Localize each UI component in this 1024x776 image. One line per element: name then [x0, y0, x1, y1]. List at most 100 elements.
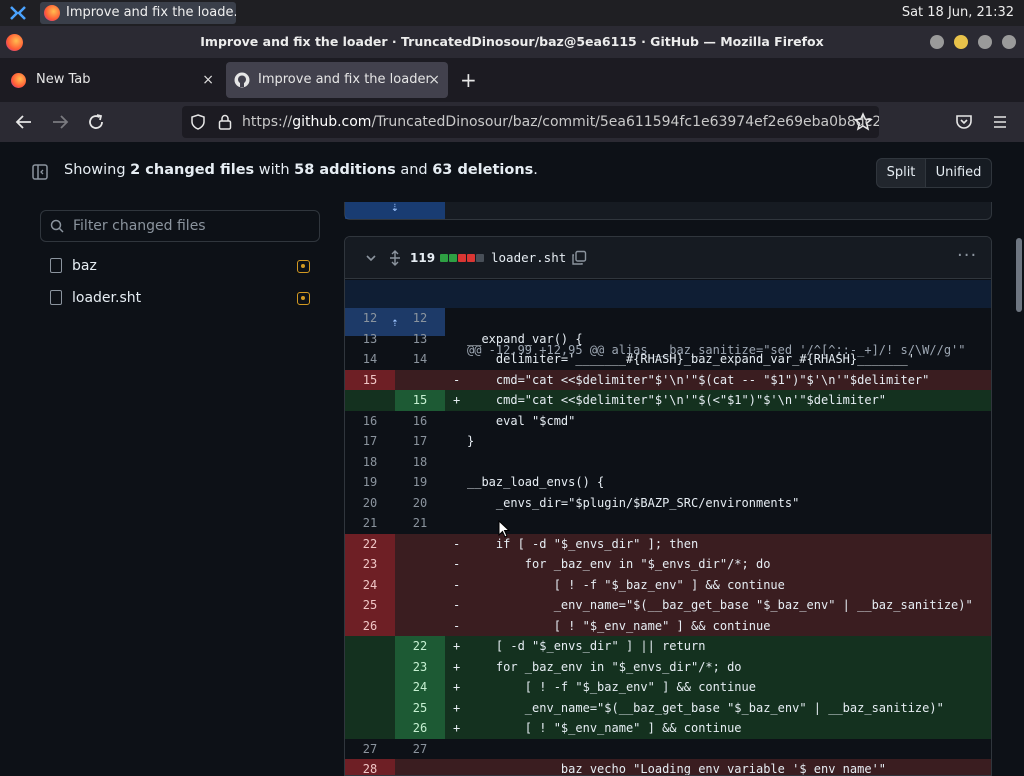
diff-sign: -: [453, 598, 461, 612]
line-number-old[interactable]: 23: [345, 554, 395, 575]
code-text: _envs_dir="$plugin/$BAZP_SRC/environment…: [467, 495, 800, 510]
navigation-bar: https://github.com/TruncatedDinosour/baz…: [0, 102, 1024, 142]
file-name: loader.sht: [72, 290, 142, 306]
url-host: github.com: [292, 114, 372, 130]
lock-icon[interactable]: [218, 114, 232, 130]
line-number-new[interactable]: 23: [395, 656, 445, 677]
copy-icon[interactable]: [571, 250, 587, 266]
diff-sign: -: [453, 618, 461, 633]
bookmark-star-icon[interactable]: [851, 110, 875, 134]
summary-text: and: [400, 162, 428, 178]
close-tab-icon[interactable]: ×: [202, 62, 214, 98]
filter-placeholder: Filter changed files: [73, 218, 206, 234]
line-number-new[interactable]: 20: [395, 493, 445, 514]
file-modified-icon: [297, 292, 310, 305]
line-number-old[interactable]: 15: [345, 369, 395, 390]
summary-text: .: [533, 162, 538, 178]
address-bar[interactable]: https://github.com/TruncatedDinosour/baz…: [182, 106, 879, 138]
pocket-icon[interactable]: [952, 110, 976, 134]
line-number-old[interactable]: 21: [345, 513, 395, 534]
window-maximize-button[interactable]: [978, 35, 992, 49]
line-number-old[interactable]: 26: [345, 615, 395, 636]
url-path: /TruncatedDinosour/baz/commit/5ea611594f…: [371, 114, 879, 130]
additions-count: 58 additions: [294, 162, 396, 178]
close-tab-icon[interactable]: ×: [428, 62, 440, 98]
line-number-old[interactable]: 12: [345, 308, 395, 329]
diff-line: 23 - for _baz_env in "$_envs_dir"/*; do: [345, 554, 991, 575]
split-view-button[interactable]: Split: [876, 158, 926, 188]
diffstat-del-square: [467, 254, 475, 262]
line-number-old[interactable]: 24: [345, 574, 395, 595]
diff-line: 26 - [ ! "$_env_name" ] && continue: [345, 615, 991, 636]
line-number-new[interactable]: 21: [395, 513, 445, 534]
line-number-old[interactable]: 14: [345, 349, 395, 370]
page-scrollbar[interactable]: [1016, 238, 1022, 312]
diff-change-count: 119: [410, 251, 436, 265]
line-number-new[interactable]: 16: [395, 411, 445, 432]
code-text: [ -d "$_envs_dir" ] || return: [467, 639, 706, 653]
forward-arrow-icon[interactable]: [48, 110, 72, 134]
diff-line: 20 20 _envs_dir="$plugin/$BAZP_SRC/enviro…: [345, 493, 991, 514]
line-number-old[interactable]: 17: [345, 431, 395, 452]
page-content: Showing 2 changed files with 58 addition…: [0, 142, 1024, 776]
unified-view-button[interactable]: Unified: [925, 158, 992, 188]
tab-commit[interactable]: Improve and fix the loader ×: [226, 62, 448, 98]
diff-line: 22- if [ -d "$_envs_dir" ]; then: [345, 533, 991, 554]
shield-icon[interactable]: [190, 114, 206, 130]
hamburger-menu-icon[interactable]: [988, 110, 1012, 134]
window-up-icon[interactable]: [930, 35, 944, 49]
diff-sign: +: [453, 700, 461, 715]
filter-changed-files-input[interactable]: Filter changed files: [40, 210, 320, 242]
diff-file-header: 119 loader.sht ···: [345, 237, 991, 279]
new-tab-button[interactable]: +: [460, 66, 477, 94]
line-number-new[interactable]: 17: [395, 431, 445, 452]
reload-icon[interactable]: [84, 110, 108, 134]
diffstat-del-square: [458, 254, 466, 262]
taskbar-window-item[interactable]: Improve and fix the loade...: [40, 2, 236, 24]
diff-line: 16 16 eval "$cmd": [345, 411, 991, 432]
line-number-old[interactable]: 13: [345, 329, 395, 350]
toggle-file-tree-icon[interactable]: [31, 163, 49, 181]
app-menu-icon[interactable]: [9, 5, 27, 21]
file-tree-item-baz[interactable]: baz: [48, 254, 318, 278]
line-number-old[interactable]: 19: [345, 472, 395, 493]
line-number-old[interactable]: 16: [345, 411, 395, 432]
line-number-new[interactable]: 26: [395, 718, 445, 739]
diff-line: 25 - _env_name="$(__baz_get_base "$_baz_e…: [345, 595, 991, 616]
line-number-old[interactable]: 20: [345, 493, 395, 514]
line-number-old[interactable]: 22: [345, 533, 395, 554]
line-number-new[interactable]: 14: [395, 349, 445, 370]
line-number-new[interactable]: 25: [395, 697, 445, 718]
url-prefix: https://: [242, 114, 293, 130]
diff-file-name[interactable]: loader.sht: [491, 237, 566, 279]
line-number-new[interactable]: 13: [395, 329, 445, 350]
line-number-old[interactable]: 18: [345, 452, 395, 473]
diffstat-neutral-square: [476, 254, 484, 262]
line-number-new[interactable]: 24: [395, 677, 445, 698]
line-number-new[interactable]: 12: [395, 308, 445, 329]
line-number-new[interactable]: 15: [395, 390, 445, 411]
line-number-old[interactable]: 25: [345, 595, 395, 616]
diff-line: 12 12: [345, 308, 991, 329]
line-number-new[interactable]: 22: [395, 636, 445, 657]
code-text: _env_name="$(__baz_get_base "$_baz_env" …: [467, 700, 944, 715]
more-options-icon[interactable]: ···: [957, 241, 977, 271]
code-text: [ ! -f "$_baz_env" ] && continue: [467, 577, 785, 592]
line-number-new[interactable]: 19: [395, 472, 445, 493]
chevron-down-icon[interactable]: [365, 252, 377, 264]
line-number-new[interactable]: 27: [395, 739, 445, 760]
window-close-button[interactable]: [1002, 35, 1016, 49]
window-minimize-button[interactable]: [954, 35, 968, 49]
window-title: Improve and fix the loader · TruncatedDi…: [200, 34, 824, 49]
expand-down-icon[interactable]: ⇣: [345, 202, 445, 219]
code-text: __baz_load_envs() {: [467, 475, 605, 489]
back-arrow-icon[interactable]: [12, 110, 36, 134]
expand-all-icon[interactable]: [388, 250, 402, 266]
line-number-new[interactable]: 18: [395, 452, 445, 473]
file-tree-item-loader[interactable]: loader.sht: [48, 286, 318, 310]
diff-sign: -: [453, 536, 461, 551]
line-number-old[interactable]: 27: [345, 739, 395, 760]
tab-label: Improve and fix the loader: [258, 72, 431, 87]
tab-new-tab[interactable]: New Tab ×: [4, 62, 222, 98]
code-text: for _baz_env in "$_envs_dir"/*; do: [467, 557, 771, 571]
